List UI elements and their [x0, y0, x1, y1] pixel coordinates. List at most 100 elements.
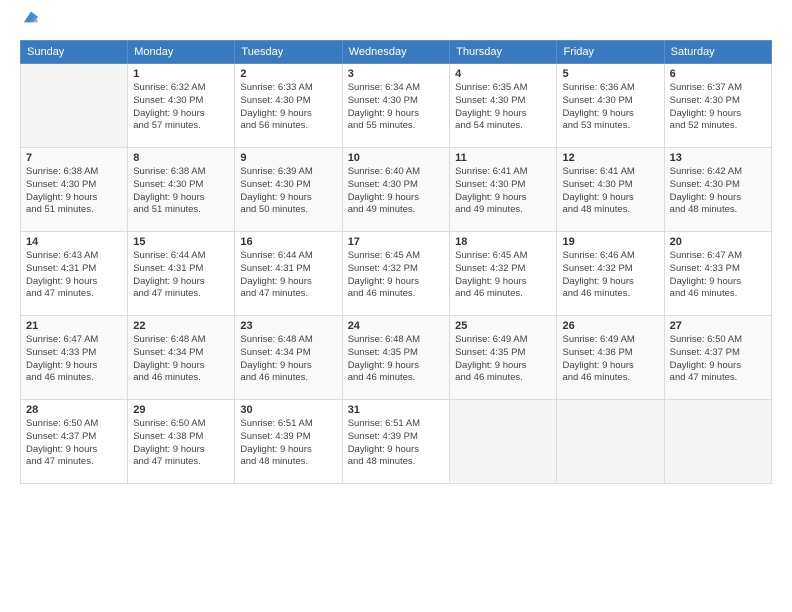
day-info: Sunrise: 6:32 AM Sunset: 4:30 PM Dayligh… [133, 82, 229, 133]
day-number: 30 [240, 404, 336, 416]
calendar-week-row: 1 Sunrise: 6:32 AM Sunset: 4:30 PM Daylig… [21, 64, 772, 148]
day-info: Sunrise: 6:41 AM Sunset: 4:30 PM Dayligh… [562, 166, 658, 217]
calendar-cell: 26Sunrise: 6:49 AM Sunset: 4:36 PM Dayli… [557, 316, 664, 400]
calendar-cell: 17 Sunrise: 6:45 AM Sunset: 4:32 PM Dayli… [342, 232, 449, 316]
weekday-header-row: SundayMondayTuesdayWednesdayThursdayFrid… [21, 41, 772, 64]
calendar-cell [664, 400, 771, 484]
day-info: Sunrise: 6:51 AM Sunset: 4:39 PM Dayligh… [348, 418, 444, 469]
calendar-cell: 28Sunrise: 6:50 AM Sunset: 4:37 PM Dayli… [21, 400, 128, 484]
day-number: 7 [26, 152, 122, 164]
calendar-table: SundayMondayTuesdayWednesdayThursdayFrid… [20, 40, 772, 484]
page-container: SundayMondayTuesdayWednesdayThursdayFrid… [0, 0, 792, 494]
calendar-cell: 18Sunrise: 6:45 AM Sunset: 4:32 PM Dayli… [450, 232, 557, 316]
calendar-cell [450, 400, 557, 484]
calendar-cell: 31Sunrise: 6:51 AM Sunset: 4:39 PM Dayli… [342, 400, 449, 484]
day-info: Sunrise: 6:47 AM Sunset: 4:33 PM Dayligh… [26, 334, 122, 385]
calendar-cell: 22Sunrise: 6:48 AM Sunset: 4:34 PM Dayli… [128, 316, 235, 400]
calendar-cell: 1 Sunrise: 6:32 AM Sunset: 4:30 PM Daylig… [128, 64, 235, 148]
day-info: Sunrise: 6:49 AM Sunset: 4:36 PM Dayligh… [562, 334, 658, 385]
calendar-cell: 13 Sunrise: 6:42 AM Sunset: 4:30 PM Dayli… [664, 148, 771, 232]
day-number: 15 [133, 236, 229, 248]
day-info: Sunrise: 6:45 AM Sunset: 4:32 PM Dayligh… [348, 250, 444, 301]
day-info: Sunrise: 6:35 AM Sunset: 4:30 PM Dayligh… [455, 82, 551, 133]
day-info: Sunrise: 6:41 AM Sunset: 4:30 PM Dayligh… [455, 166, 551, 217]
day-info: Sunrise: 6:46 AM Sunset: 4:32 PM Dayligh… [562, 250, 658, 301]
calendar-cell: 3 Sunrise: 6:34 AM Sunset: 4:30 PM Daylig… [342, 64, 449, 148]
weekday-header-monday: Monday [128, 41, 235, 64]
day-number: 20 [670, 236, 766, 248]
calendar-cell: 6 Sunrise: 6:37 AM Sunset: 4:30 PM Daylig… [664, 64, 771, 148]
day-info: Sunrise: 6:48 AM Sunset: 4:34 PM Dayligh… [133, 334, 229, 385]
weekday-header-wednesday: Wednesday [342, 41, 449, 64]
weekday-header-friday: Friday [557, 41, 664, 64]
calendar-week-row: 21 Sunrise: 6:47 AM Sunset: 4:33 PM Dayli… [21, 316, 772, 400]
day-info: Sunrise: 6:37 AM Sunset: 4:30 PM Dayligh… [670, 82, 766, 133]
day-info: Sunrise: 6:49 AM Sunset: 4:35 PM Dayligh… [455, 334, 551, 385]
day-info: Sunrise: 6:48 AM Sunset: 4:34 PM Dayligh… [240, 334, 336, 385]
calendar-cell: 16 Sunrise: 6:44 AM Sunset: 4:31 PM Dayli… [235, 232, 342, 316]
weekday-header-sunday: Sunday [21, 41, 128, 64]
day-info: Sunrise: 6:38 AM Sunset: 4:30 PM Dayligh… [26, 166, 122, 217]
day-info: Sunrise: 6:40 AM Sunset: 4:30 PM Dayligh… [348, 166, 444, 217]
day-number: 12 [562, 152, 658, 164]
day-number: 13 [670, 152, 766, 164]
day-number: 1 [133, 68, 229, 80]
day-info: Sunrise: 6:39 AM Sunset: 4:30 PM Dayligh… [240, 166, 336, 217]
day-info: Sunrise: 6:50 AM Sunset: 4:37 PM Dayligh… [670, 334, 766, 385]
calendar-cell: 20 Sunrise: 6:47 AM Sunset: 4:33 PM Dayli… [664, 232, 771, 316]
weekday-header-tuesday: Tuesday [235, 41, 342, 64]
day-info: Sunrise: 6:47 AM Sunset: 4:33 PM Dayligh… [670, 250, 766, 301]
calendar-cell: 25 Sunrise: 6:49 AM Sunset: 4:35 PM Dayli… [450, 316, 557, 400]
calendar-cell: 15 Sunrise: 6:44 AM Sunset: 4:31 PM Dayli… [128, 232, 235, 316]
calendar-cell: 12 Sunrise: 6:41 AM Sunset: 4:30 PM Dayli… [557, 148, 664, 232]
calendar-cell: 23 Sunrise: 6:48 AM Sunset: 4:34 PM Dayli… [235, 316, 342, 400]
calendar-cell: 5Sunrise: 6:36 AM Sunset: 4:30 PM Daylig… [557, 64, 664, 148]
day-info: Sunrise: 6:44 AM Sunset: 4:31 PM Dayligh… [133, 250, 229, 301]
calendar-cell: 29 Sunrise: 6:50 AM Sunset: 4:38 PM Dayli… [128, 400, 235, 484]
calendar-cell: 2 Sunrise: 6:33 AM Sunset: 4:30 PM Daylig… [235, 64, 342, 148]
day-number: 24 [348, 320, 444, 332]
day-info: Sunrise: 6:50 AM Sunset: 4:38 PM Dayligh… [133, 418, 229, 469]
day-number: 21 [26, 320, 122, 332]
calendar-cell: 30 Sunrise: 6:51 AM Sunset: 4:39 PM Dayli… [235, 400, 342, 484]
day-info: Sunrise: 6:44 AM Sunset: 4:31 PM Dayligh… [240, 250, 336, 301]
day-number: 10 [348, 152, 444, 164]
day-number: 16 [240, 236, 336, 248]
calendar-cell: 21 Sunrise: 6:47 AM Sunset: 4:33 PM Dayli… [21, 316, 128, 400]
day-info: Sunrise: 6:43 AM Sunset: 4:31 PM Dayligh… [26, 250, 122, 301]
calendar-cell: 8Sunrise: 6:38 AM Sunset: 4:30 PM Daylig… [128, 148, 235, 232]
calendar-cell: 14 Sunrise: 6:43 AM Sunset: 4:31 PM Dayli… [21, 232, 128, 316]
day-number: 25 [455, 320, 551, 332]
day-number: 6 [670, 68, 766, 80]
day-number: 19 [562, 236, 658, 248]
day-info: Sunrise: 6:42 AM Sunset: 4:30 PM Dayligh… [670, 166, 766, 217]
day-number: 17 [348, 236, 444, 248]
calendar-cell [21, 64, 128, 148]
day-number: 11 [455, 152, 551, 164]
calendar-cell: 24 Sunrise: 6:48 AM Sunset: 4:35 PM Dayli… [342, 316, 449, 400]
day-number: 3 [348, 68, 444, 80]
day-number: 28 [26, 404, 122, 416]
day-info: Sunrise: 6:33 AM Sunset: 4:30 PM Dayligh… [240, 82, 336, 133]
calendar-cell: 4Sunrise: 6:35 AM Sunset: 4:30 PM Daylig… [450, 64, 557, 148]
day-number: 29 [133, 404, 229, 416]
day-info: Sunrise: 6:34 AM Sunset: 4:30 PM Dayligh… [348, 82, 444, 133]
calendar-week-row: 14 Sunrise: 6:43 AM Sunset: 4:31 PM Dayli… [21, 232, 772, 316]
calendar-cell: 10 Sunrise: 6:40 AM Sunset: 4:30 PM Dayli… [342, 148, 449, 232]
day-info: Sunrise: 6:48 AM Sunset: 4:35 PM Dayligh… [348, 334, 444, 385]
weekday-header-thursday: Thursday [450, 41, 557, 64]
calendar-cell: 7 Sunrise: 6:38 AM Sunset: 4:30 PM Daylig… [21, 148, 128, 232]
calendar-cell: 27 Sunrise: 6:50 AM Sunset: 4:37 PM Dayli… [664, 316, 771, 400]
day-info: Sunrise: 6:45 AM Sunset: 4:32 PM Dayligh… [455, 250, 551, 301]
day-number: 23 [240, 320, 336, 332]
logo [20, 18, 40, 26]
day-info: Sunrise: 6:38 AM Sunset: 4:30 PM Dayligh… [133, 166, 229, 217]
header [20, 18, 772, 26]
weekday-header-saturday: Saturday [664, 41, 771, 64]
day-info: Sunrise: 6:51 AM Sunset: 4:39 PM Dayligh… [240, 418, 336, 469]
day-number: 14 [26, 236, 122, 248]
day-number: 27 [670, 320, 766, 332]
day-number: 2 [240, 68, 336, 80]
calendar-week-row: 7 Sunrise: 6:38 AM Sunset: 4:30 PM Daylig… [21, 148, 772, 232]
calendar-cell: 19 Sunrise: 6:46 AM Sunset: 4:32 PM Dayli… [557, 232, 664, 316]
